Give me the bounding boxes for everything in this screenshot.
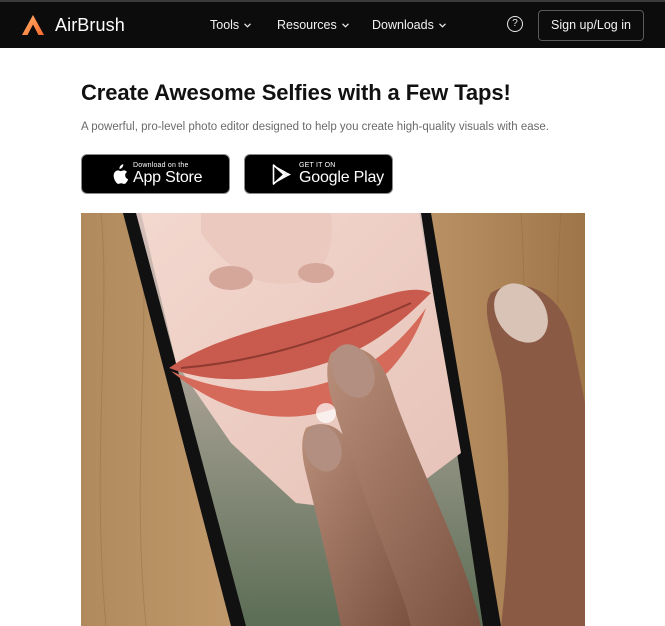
logo[interactable]: AirBrush [21,14,125,36]
app-store-button[interactable]: Download on the App Store [81,154,230,194]
apple-icon [113,163,128,184]
page-title: Create Awesome Selfies with a Few Taps! [81,80,511,105]
google-play-icon [272,163,291,185]
sign-up-login-button[interactable]: Sign up/Log in [538,10,644,41]
help-icon[interactable]: ? [507,16,523,32]
google-play-button[interactable]: GET IT ON Google Play [244,154,393,194]
nav-resources[interactable]: Resources [277,18,349,32]
app-store-big-text: App Store [133,169,203,186]
phone-selfie-illustration [81,213,585,626]
nav-tools[interactable]: Tools [210,18,252,32]
chevron-down-icon [244,22,252,28]
nav-resources-label: Resources [277,18,337,32]
chevron-down-icon [341,22,349,28]
nav-tools-label: Tools [210,18,240,32]
hero-image [81,213,585,626]
google-play-big-text: Google Play [299,169,384,186]
nav-downloads[interactable]: Downloads [372,18,446,32]
chevron-down-icon [438,22,446,28]
brand-name: AirBrush [55,14,125,35]
page-subtitle: A powerful, pro-level photo editor desig… [81,121,549,133]
nav-downloads-label: Downloads [372,18,434,32]
airbrush-logo-icon [22,15,44,35]
top-navigation-bar: AirBrush Tools Resources Downloads ? Sig… [0,0,665,48]
